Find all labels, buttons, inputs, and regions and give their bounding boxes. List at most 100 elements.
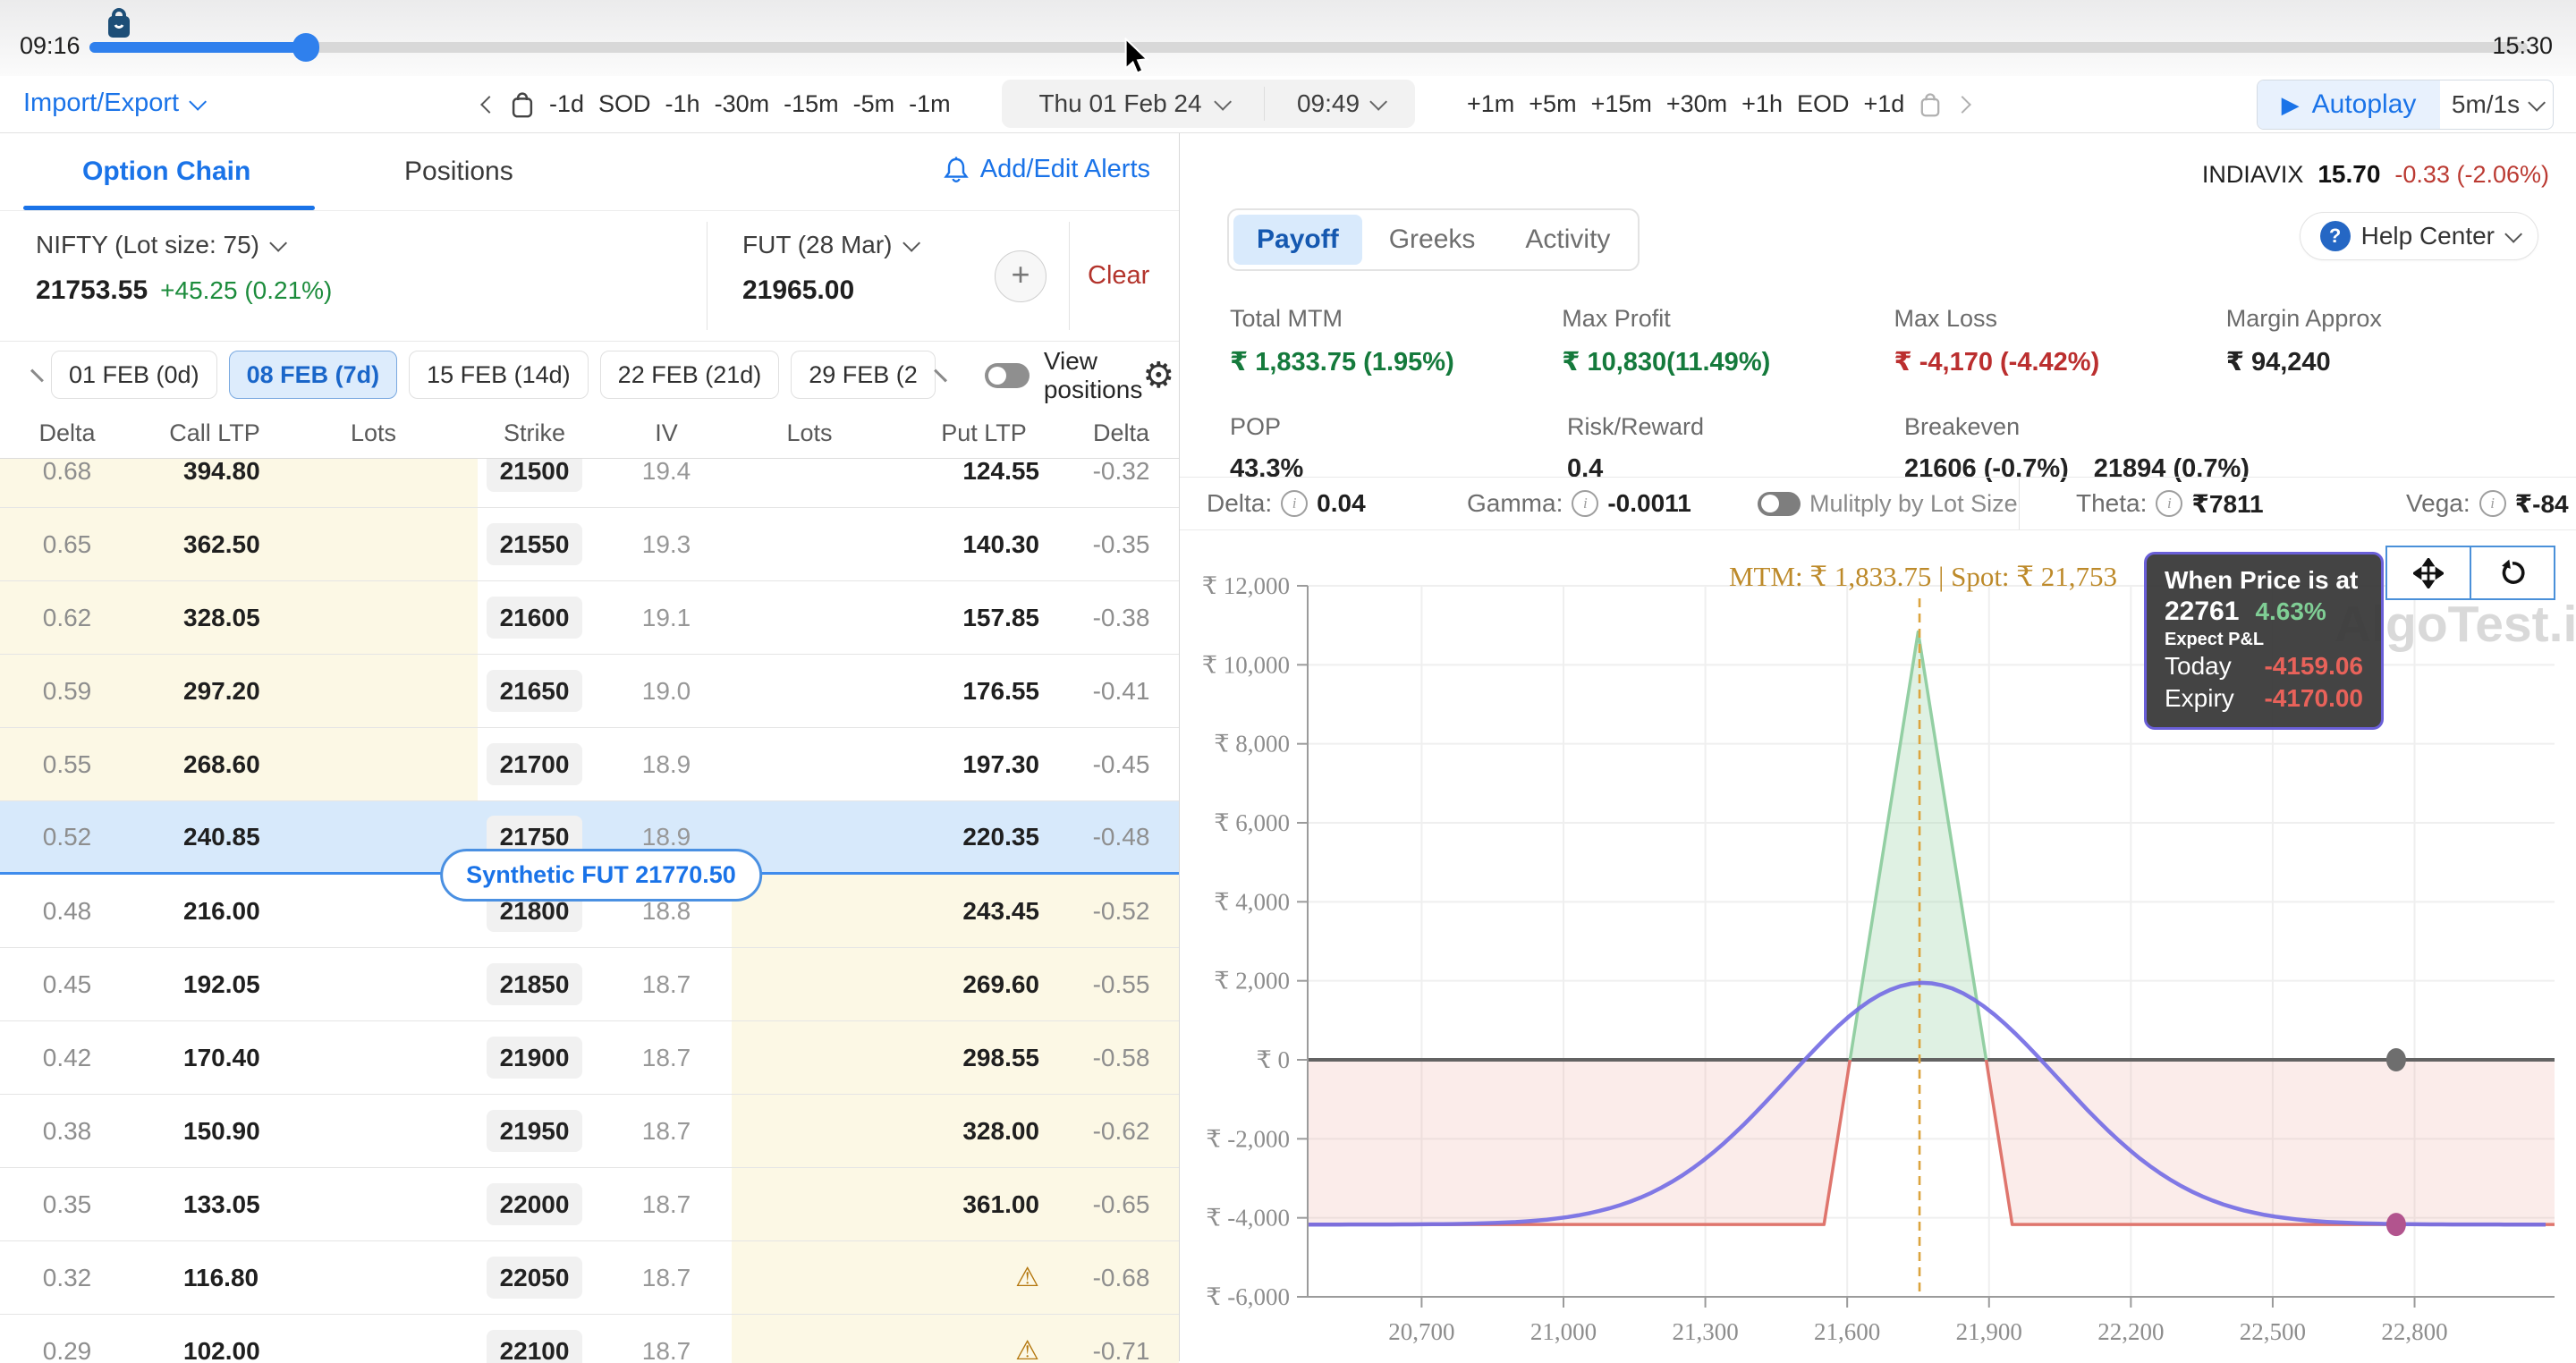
call-ltp[interactable]: 170.40 [134, 1044, 295, 1072]
strike-chip[interactable]: 22050 [487, 1257, 583, 1299]
option-row-21600[interactable]: 0.62328.052160019.1157.85-0.38 [0, 581, 1179, 655]
tab-positions[interactable]: Positions [404, 157, 513, 187]
put-delta[interactable]: -0.32 [1064, 459, 1178, 486]
autoplay-speed-select[interactable]: 5m/1s [2440, 80, 2553, 129]
jump--1h[interactable]: -1h [665, 90, 700, 118]
call-delta[interactable]: 0.35 [0, 1190, 134, 1219]
symbol-select[interactable]: NIFTY (Lot size: 75) [36, 231, 332, 259]
jump--5m[interactable]: -5m [853, 90, 895, 118]
iv[interactable]: 18.7 [617, 1117, 716, 1146]
strike-chip[interactable]: 21700 [487, 743, 583, 785]
help-center-button[interactable]: ? Help Center [2300, 212, 2538, 260]
put-ltp[interactable]: 124.55 [903, 459, 1064, 486]
option-row-21850[interactable]: 0.45192.052185018.7269.60-0.55 [0, 948, 1179, 1021]
option-row-22000[interactable]: 0.35133.05 22000 18.7 361.00-0.65 [0, 1168, 1179, 1241]
step-back-icon[interactable] [480, 96, 498, 114]
date-picker[interactable]: Thu 01 Feb 24 [1002, 89, 1264, 118]
reset-view-button[interactable] [2470, 547, 2554, 598]
call-delta[interactable]: 0.55 [0, 750, 134, 779]
call-delta[interactable]: 0.32 [0, 1264, 134, 1292]
jump--30m[interactable]: -30m [715, 90, 770, 118]
option-row-21550[interactable]: 0.65362.502155019.3140.30-0.35 [0, 508, 1179, 581]
call-ltp[interactable]: 328.05 [134, 604, 295, 632]
step-forward-icon[interactable] [1953, 96, 1971, 114]
jump-+1d[interactable]: +1d [1863, 90, 1904, 118]
add-edit-alerts-button[interactable]: Add/Edit Alerts [943, 155, 1150, 184]
strike-chip[interactable]: 21950 [487, 1110, 583, 1152]
iv[interactable]: 19.3 [617, 530, 716, 559]
iv[interactable]: 18.7 [617, 1190, 716, 1219]
put-ltp[interactable]: 298.55 [903, 1044, 1064, 1072]
iv[interactable]: 18.9 [617, 750, 716, 779]
timeline-slider[interactable] [89, 42, 2528, 53]
put-delta[interactable]: -0.58 [1064, 1044, 1178, 1072]
jump-+5m[interactable]: +5m [1529, 90, 1576, 118]
put-delta[interactable]: -0.52 [1064, 897, 1178, 926]
strike-chip[interactable]: 21500 [487, 459, 583, 492]
jump-+1m[interactable]: +1m [1467, 90, 1514, 118]
put-delta[interactable]: -0.65 [1064, 1190, 1178, 1219]
call-ltp[interactable]: 116.80 [134, 1264, 295, 1292]
call-ltp[interactable]: 192.05 [134, 970, 295, 999]
strike-chip[interactable]: 21900 [487, 1037, 583, 1079]
put-delta[interactable]: -0.48 [1064, 823, 1178, 851]
put-ltp[interactable]: ⚠ [903, 1262, 1064, 1293]
call-delta[interactable]: 0.59 [0, 677, 134, 706]
put-ltp[interactable]: 220.35 [903, 823, 1064, 851]
put-ltp[interactable]: 243.45 [903, 897, 1064, 926]
iv[interactable]: 19.4 [617, 459, 716, 486]
lot-size-toggle[interactable] [1758, 492, 1801, 516]
jump--1d[interactable]: -1d [549, 90, 584, 118]
call-delta[interactable]: 0.52 [0, 823, 134, 851]
iv[interactable]: 19.1 [617, 604, 716, 632]
iv[interactable]: 19.0 [617, 677, 716, 706]
call-ltp[interactable]: 150.90 [134, 1117, 295, 1146]
put-ltp[interactable]: 269.60 [903, 970, 1064, 999]
option-row-22100[interactable]: 0.29102.002210018.7⚠-0.71 [0, 1315, 1179, 1363]
tab-activity[interactable]: Activity [1502, 215, 1633, 265]
tab-greeks[interactable]: Greeks [1366, 215, 1499, 265]
jump-+15m[interactable]: +15m [1591, 90, 1652, 118]
view-positions-toggle[interactable] [985, 363, 1030, 388]
expiry-chip-15-feb-14d-[interactable]: 15 FEB (14d) [409, 351, 589, 399]
call-ltp[interactable]: 268.60 [134, 750, 295, 779]
put-ltp[interactable]: 176.55 [903, 677, 1064, 706]
info-icon[interactable]: i [1281, 490, 1308, 517]
call-ltp[interactable]: 133.05 [134, 1190, 295, 1219]
jump--1m[interactable]: -1m [909, 90, 951, 118]
import-export-menu[interactable]: Import/Export [23, 89, 202, 118]
jump-+1h[interactable]: +1h [1741, 90, 1783, 118]
strike-chip[interactable]: 21650 [487, 670, 583, 712]
iv[interactable]: 18.9 [617, 823, 716, 851]
option-row-21700[interactable]: 0.55268.602170018.9197.30-0.45 [0, 728, 1179, 801]
call-delta[interactable]: 0.29 [0, 1337, 134, 1363]
strike-chip[interactable]: 22100 [487, 1330, 583, 1363]
call-delta[interactable]: 0.65 [0, 530, 134, 559]
put-delta[interactable]: -0.41 [1064, 677, 1178, 706]
expiry-scroll-left-icon[interactable] [30, 368, 44, 382]
expiry-chip-01-feb-0d-[interactable]: 01 FEB (0d) [51, 351, 217, 399]
call-delta[interactable]: 0.38 [0, 1117, 134, 1146]
call-ltp[interactable]: 362.50 [134, 530, 295, 559]
call-ltp[interactable]: 394.80 [134, 459, 295, 486]
strike-chip[interactable]: 22000 [487, 1183, 583, 1225]
info-icon[interactable]: i [2479, 490, 2506, 517]
future-select[interactable]: FUT (28 Mar) [742, 231, 916, 259]
iv[interactable]: 18.7 [617, 970, 716, 999]
put-delta[interactable]: -0.62 [1064, 1117, 1178, 1146]
tab-option-chain[interactable]: Option Chain [82, 157, 250, 187]
strike-chip[interactable]: 21850 [487, 963, 583, 1005]
call-delta[interactable]: 0.48 [0, 897, 134, 926]
tab-payoff[interactable]: Payoff [1233, 215, 1362, 265]
option-row-22050[interactable]: 0.32116.802205018.7⚠-0.68 [0, 1241, 1179, 1315]
put-delta[interactable]: -0.45 [1064, 750, 1178, 779]
gear-icon[interactable]: ⚙ [1142, 355, 1174, 396]
put-ltp[interactable]: 157.85 [903, 604, 1064, 632]
call-ltp[interactable]: 102.00 [134, 1337, 295, 1363]
strike-chip[interactable]: 21550 [487, 523, 583, 565]
expiry-chip-29-feb-2[interactable]: 29 FEB (2 [791, 351, 936, 399]
put-delta[interactable]: -0.38 [1064, 604, 1178, 632]
put-ltp[interactable]: 361.00 [903, 1190, 1064, 1219]
jump-SOD[interactable]: SOD [598, 90, 651, 118]
strike-chip[interactable]: 21600 [487, 597, 583, 639]
